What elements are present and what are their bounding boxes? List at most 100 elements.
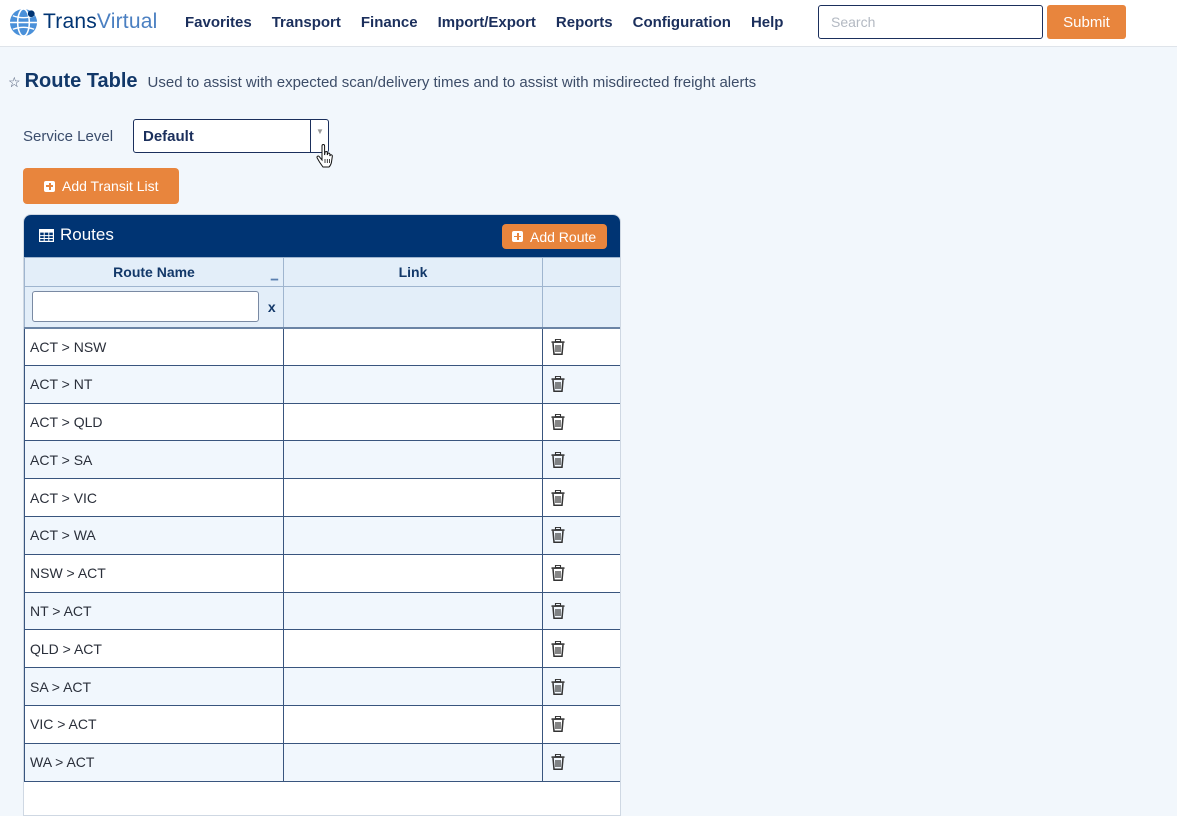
table-row[interactable]: ACT > NSW bbox=[24, 327, 620, 366]
chevron-down-icon[interactable]: ▼ bbox=[316, 127, 324, 136]
grid-icon bbox=[39, 228, 54, 242]
route-link-cell bbox=[283, 515, 543, 555]
nav-help[interactable]: Help bbox=[751, 14, 784, 31]
column-header-route-name[interactable]: Route Name ▁ bbox=[24, 257, 284, 287]
trash-icon[interactable] bbox=[551, 489, 565, 506]
route-name-cell: NSW > ACT bbox=[24, 553, 284, 593]
submit-button[interactable]: Submit bbox=[1047, 5, 1126, 39]
table-row[interactable]: ACT > NT bbox=[24, 364, 620, 404]
table-row[interactable]: WA > ACT bbox=[24, 742, 620, 782]
select-divider bbox=[310, 120, 311, 152]
nav-import-export[interactable]: Import/Export bbox=[438, 14, 536, 31]
route-name-cell: QLD > ACT bbox=[24, 629, 284, 669]
route-name-cell: ACT > WA bbox=[24, 515, 284, 555]
sort-icon[interactable]: ▁ bbox=[271, 270, 278, 281]
logo[interactable]: TransVirtual bbox=[8, 6, 157, 38]
search-input[interactable] bbox=[818, 5, 1043, 39]
plus-square-icon bbox=[44, 180, 55, 192]
trash-icon[interactable] bbox=[551, 640, 565, 657]
top-bar: TransVirtual Favorites Transport Finance… bbox=[0, 0, 1177, 47]
table-row[interactable]: VIC > ACT bbox=[24, 704, 620, 744]
page-subtitle: Used to assist with expected scan/delive… bbox=[147, 74, 757, 91]
route-name-filter-input[interactable] bbox=[32, 291, 259, 323]
page-header: ☆ Route Table Used to assist with expect… bbox=[8, 70, 756, 93]
route-link-cell bbox=[283, 327, 543, 366]
route-actions-cell bbox=[542, 629, 620, 669]
trash-icon[interactable] bbox=[551, 527, 565, 544]
route-name-cell: ACT > NT bbox=[24, 364, 284, 404]
trash-icon[interactable] bbox=[551, 602, 565, 619]
filter-cell: x bbox=[24, 286, 284, 329]
route-name-cell: ACT > VIC bbox=[24, 478, 284, 517]
nav-favorites[interactable]: Favorites bbox=[185, 14, 252, 31]
route-actions-cell bbox=[542, 402, 620, 442]
nav-reports[interactable]: Reports bbox=[556, 14, 613, 31]
column-header-actions bbox=[542, 257, 620, 287]
add-transit-list-button[interactable]: Add Transit List bbox=[23, 168, 179, 204]
routes-panel: Routes Add Route Route Name ▁ Link x ACT… bbox=[23, 214, 621, 816]
routes-panel-header: Routes Add Route bbox=[24, 215, 620, 257]
route-actions-cell bbox=[542, 364, 620, 404]
globe-logo-icon bbox=[9, 7, 38, 37]
nav-transport[interactable]: Transport bbox=[272, 14, 341, 31]
add-transit-list-label: Add Transit List bbox=[62, 178, 159, 194]
trash-icon[interactable] bbox=[551, 716, 565, 733]
route-link-cell bbox=[283, 478, 543, 517]
clear-filter-button[interactable]: x bbox=[268, 299, 276, 315]
add-route-label: Add Route bbox=[530, 228, 597, 245]
filter-cell-empty bbox=[542, 286, 620, 329]
route-link-cell bbox=[283, 553, 543, 593]
table-row[interactable]: NT > ACT bbox=[24, 591, 620, 631]
route-actions-cell bbox=[542, 515, 620, 555]
route-name-cell: VIC > ACT bbox=[24, 704, 284, 744]
trash-icon[interactable] bbox=[551, 338, 565, 355]
trash-icon[interactable] bbox=[551, 413, 565, 430]
routes-panel-title: Routes bbox=[39, 225, 114, 245]
table-row[interactable]: ACT > WA bbox=[24, 515, 620, 555]
table-row[interactable]: SA > ACT bbox=[24, 667, 620, 706]
route-name-cell: ACT > SA bbox=[24, 440, 284, 480]
service-level-select[interactable]: Default ▼ bbox=[133, 119, 329, 153]
route-actions-cell bbox=[542, 667, 620, 706]
table-row[interactable]: NSW > ACT bbox=[24, 553, 620, 593]
filter-cell-empty bbox=[283, 286, 543, 329]
route-actions-cell bbox=[542, 553, 620, 593]
column-header-link[interactable]: Link bbox=[283, 257, 543, 287]
service-level-label: Service Level bbox=[23, 128, 114, 145]
table-row[interactable]: ACT > QLD bbox=[24, 402, 620, 442]
nav-configuration[interactable]: Configuration bbox=[633, 14, 731, 31]
route-actions-cell bbox=[542, 742, 620, 782]
trash-icon[interactable] bbox=[551, 754, 565, 771]
trash-icon[interactable] bbox=[551, 376, 565, 393]
trash-icon[interactable] bbox=[551, 451, 565, 468]
nav-finance[interactable]: Finance bbox=[361, 14, 418, 31]
trash-icon[interactable] bbox=[551, 678, 565, 695]
route-actions-cell bbox=[542, 704, 620, 744]
route-actions-cell bbox=[542, 440, 620, 480]
route-name-cell: SA > ACT bbox=[24, 667, 284, 706]
route-actions-cell bbox=[542, 591, 620, 631]
route-actions-cell bbox=[542, 478, 620, 517]
service-level-value: Default bbox=[143, 128, 194, 145]
plus-square-icon bbox=[512, 231, 523, 242]
route-actions-cell bbox=[542, 327, 620, 366]
route-name-cell: ACT > QLD bbox=[24, 402, 284, 442]
table-row[interactable]: ACT > VIC bbox=[24, 478, 620, 517]
routes-table: Route Name ▁ Link x ACT > NSW ACT > NT A… bbox=[24, 257, 620, 782]
page-title: Route Table bbox=[24, 70, 138, 92]
routes-title-text: Routes bbox=[60, 225, 114, 244]
route-link-cell bbox=[283, 364, 543, 404]
trash-icon[interactable] bbox=[551, 565, 565, 582]
route-name-cell: NT > ACT bbox=[24, 591, 284, 631]
table-row[interactable]: QLD > ACT bbox=[24, 629, 620, 669]
route-link-cell bbox=[283, 402, 543, 442]
main-nav: Favorites Transport Finance Import/Expor… bbox=[185, 0, 803, 44]
table-row[interactable]: ACT > SA bbox=[24, 440, 620, 480]
route-link-cell bbox=[283, 704, 543, 744]
route-link-cell bbox=[283, 629, 543, 669]
route-link-cell bbox=[283, 667, 543, 706]
hand-pointer-icon bbox=[316, 144, 333, 168]
add-route-button[interactable]: Add Route bbox=[502, 224, 607, 249]
star-icon[interactable]: ☆ bbox=[8, 74, 21, 91]
route-link-cell bbox=[283, 742, 543, 782]
